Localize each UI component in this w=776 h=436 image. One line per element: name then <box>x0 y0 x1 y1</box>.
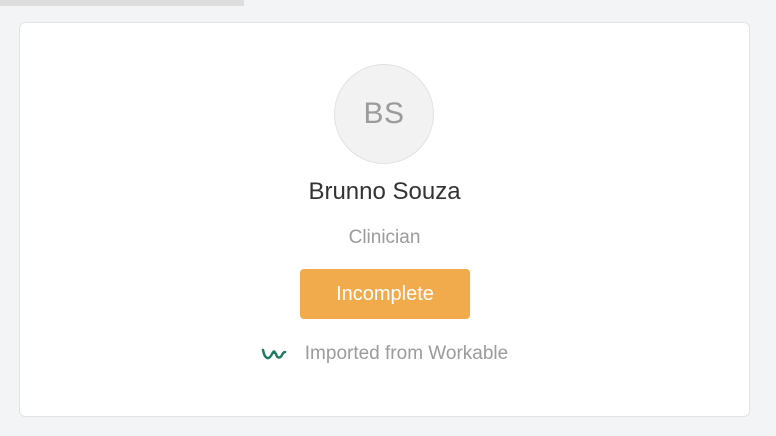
top-bar <box>0 0 776 10</box>
top-tab-indicator <box>0 0 244 6</box>
profile-role: Clinician <box>348 227 421 248</box>
profile-card: BS Brunno Souza Clinician Incomplete Imp… <box>19 22 750 417</box>
import-source-text: Imported from Workable <box>304 343 509 364</box>
import-source: Imported from Workable <box>20 343 749 365</box>
avatar: BS <box>334 64 434 164</box>
avatar-initials: BS <box>363 97 405 130</box>
workable-logo-icon <box>261 344 287 364</box>
profile-name: Brunno Souza <box>308 178 461 205</box>
status-badge: Incomplete <box>300 269 470 319</box>
